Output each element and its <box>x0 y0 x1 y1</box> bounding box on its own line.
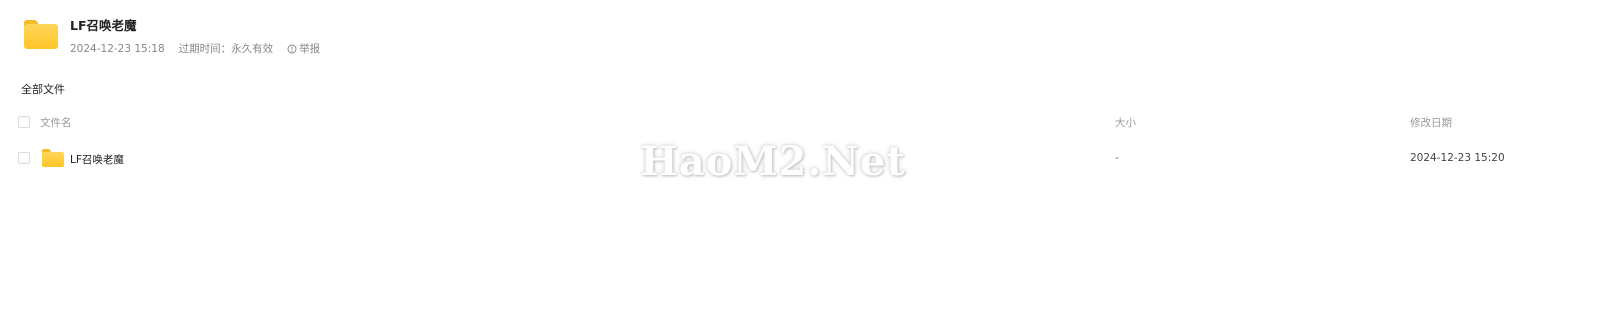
breadcrumb-root[interactable]: 全部文件 <box>21 83 65 96</box>
share-page: LF召唤老魔 2024-12-23 15:18 过期时间：永久有效 举报 全部文… <box>0 0 1600 331</box>
share-title: LF召唤老魔 <box>70 18 137 33</box>
column-header-size[interactable]: 大小 <box>1115 115 1136 130</box>
select-all-checkbox[interactable] <box>18 116 30 128</box>
share-header: LF召唤老魔 2024-12-23 15:18 过期时间：永久有效 举报 <box>24 14 320 56</box>
folder-icon <box>24 20 58 50</box>
share-info: LF召唤老魔 2024-12-23 15:18 过期时间：永久有效 举报 <box>70 14 320 56</box>
column-header-modified[interactable]: 修改日期 <box>1410 115 1452 130</box>
report-label: 举报 <box>299 43 321 55</box>
folder-icon <box>42 149 64 167</box>
share-date: 2024-12-23 15:18 <box>70 42 165 55</box>
share-expiry: 过期时间：永久有效 <box>178 43 274 55</box>
file-name-link[interactable]: LF召唤老魔 <box>70 152 124 167</box>
share-meta: 2024-12-23 15:18 过期时间：永久有效 举报 <box>70 41 320 56</box>
table-header: 文件名 大小 修改日期 <box>0 110 1600 132</box>
report-button[interactable]: 举报 <box>287 41 320 56</box>
table-row[interactable]: LF召唤老魔 - 2024-12-23 15:20 <box>0 147 1600 169</box>
column-header-name[interactable]: 文件名 <box>40 115 72 130</box>
breadcrumb: 全部文件 <box>21 81 65 97</box>
report-icon <box>287 44 297 53</box>
file-size: - <box>1115 152 1119 164</box>
file-modified-date: 2024-12-23 15:20 <box>1410 152 1505 164</box>
row-checkbox[interactable] <box>18 152 30 164</box>
